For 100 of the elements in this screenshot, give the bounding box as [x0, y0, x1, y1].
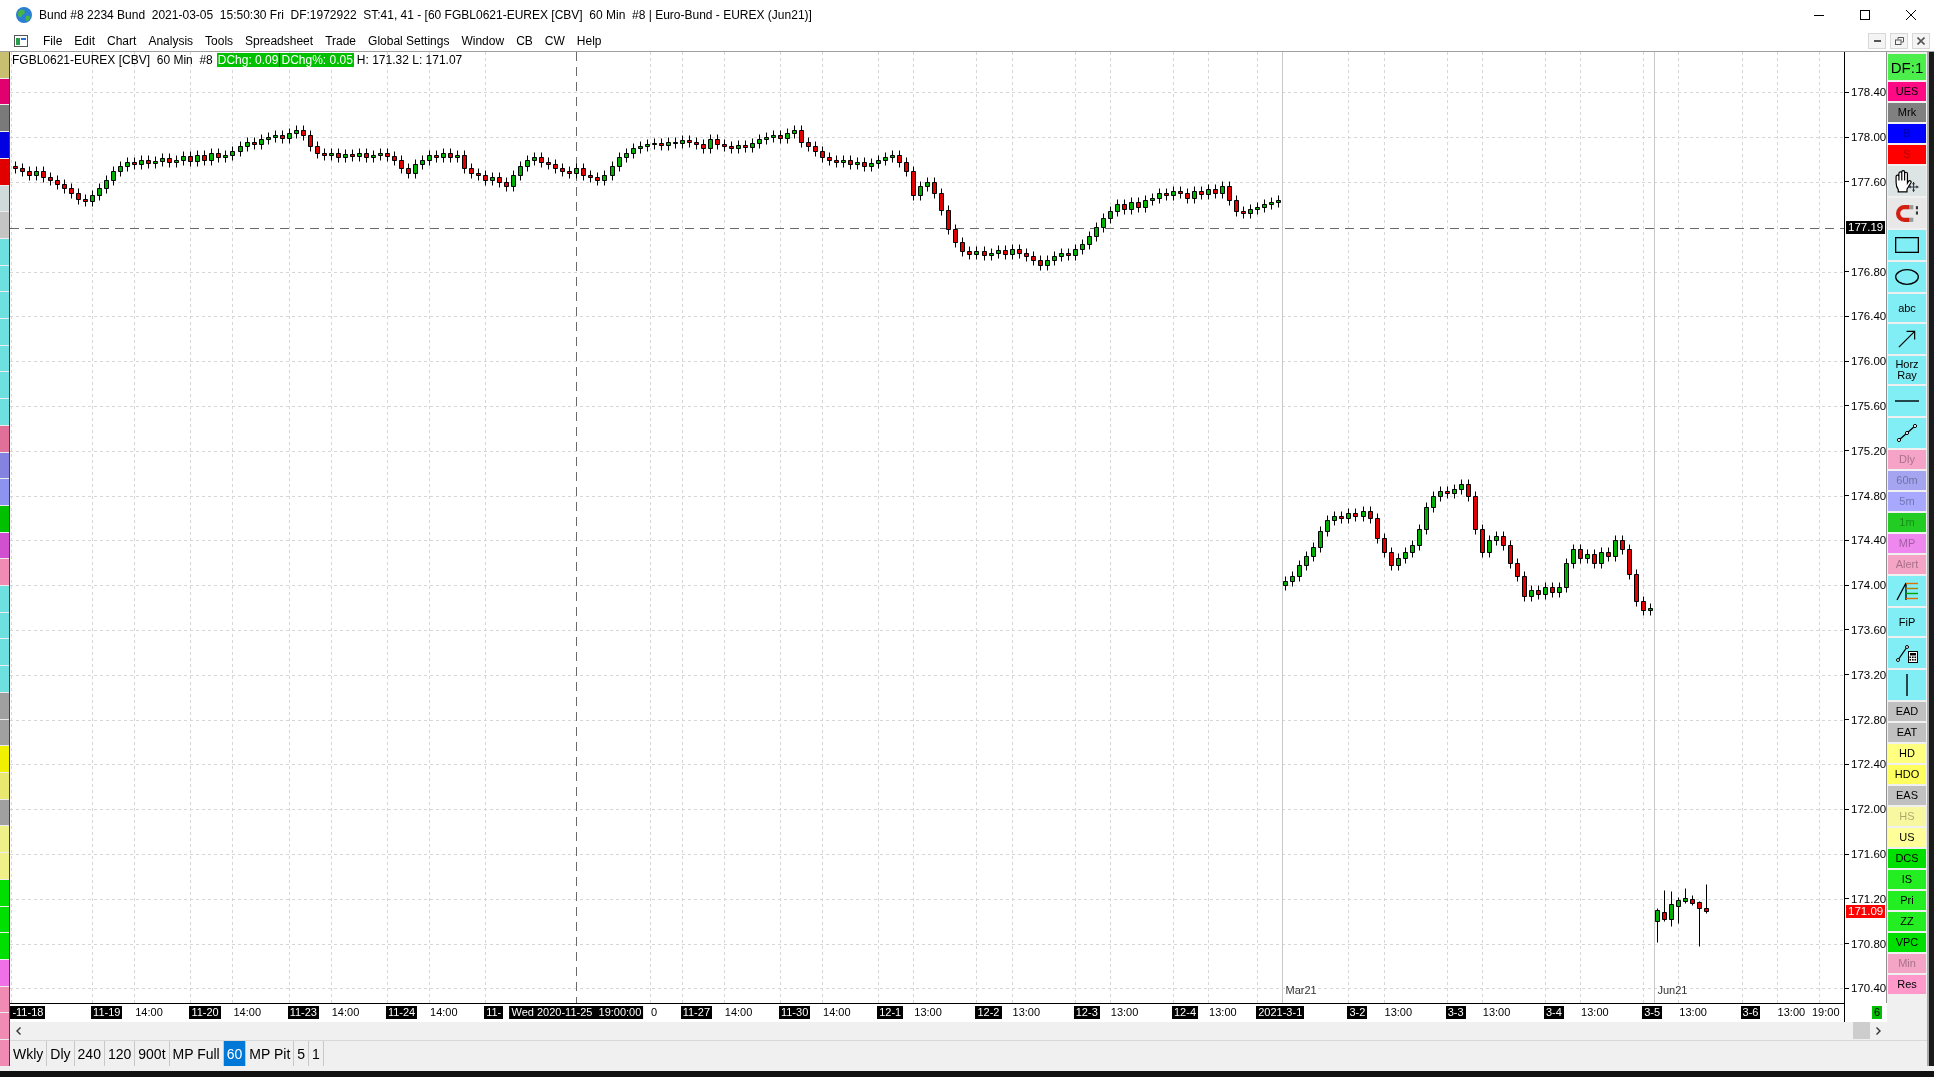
partial-toolbar-button[interactable] — [0, 425, 9, 452]
time-label: 13:00 — [913, 1006, 943, 1019]
time-label: 13:00 — [1208, 1006, 1238, 1019]
rectangle-icon — [1895, 237, 1919, 253]
minimize-icon — [1814, 14, 1824, 16]
price-label: 171.60 — [1845, 848, 1887, 860]
date-label: 11-27 — [680, 1006, 712, 1019]
partial-toolbar-button[interactable] — [0, 719, 9, 746]
toolbar-button[interactable]: EAT — [1888, 723, 1926, 742]
counter-badge: 6 — [1871, 1006, 1882, 1019]
partial-toolbar-button[interactable] — [0, 692, 9, 719]
menu-item[interactable]: Help — [570, 31, 608, 50]
menu-item[interactable]: Window — [455, 31, 511, 50]
globe-icon — [16, 7, 32, 23]
high-low-label: H: 171.32 L: 171.07 — [356, 53, 463, 67]
menu-item[interactable]: Trade — [319, 31, 363, 50]
price-label: 172.80 — [1845, 713, 1887, 726]
date-label: 3-5 — [1642, 1006, 1663, 1019]
window-title: Bund #8 2234 Bund 2021-03-05 15:50:30 Fri DF:1972922 ST:41, 41 - [60 FGBL0621-EUREX [CBV] 60 Min #8 | Euro-Bund - EUREX (Jun21)] — [39, 8, 812, 22]
chart-tab[interactable]: 900t — [135, 1041, 170, 1066]
daily-change-label: DChg: 0.09 — [216, 53, 280, 67]
scrollbar-thumb[interactable] — [1853, 1022, 1870, 1039]
toolbar-button[interactable]: DCS — [1888, 849, 1926, 868]
price-label: 174.80 — [1845, 489, 1887, 502]
partial-toolbar-button[interactable] — [0, 986, 9, 1013]
tool-button[interactable] — [1888, 262, 1926, 292]
toolbar-button[interactable]: abc — [1888, 294, 1926, 322]
toolbar-button[interactable]: Pri — [1888, 891, 1926, 910]
tool-button[interactable] — [1888, 166, 1926, 196]
partial-toolbar-button[interactable] — [0, 799, 9, 826]
price-label: 175.20 — [1845, 444, 1887, 457]
partial-toolbar-button[interactable] — [0, 505, 9, 532]
tool-button[interactable] — [1888, 386, 1926, 416]
toolbar-button[interactable]: ZZ — [1888, 912, 1926, 931]
menu-item[interactable]: Edit — [68, 31, 102, 50]
chart-tab[interactable]: 60 — [223, 1041, 247, 1066]
price-label: 172.40 — [1845, 758, 1887, 771]
partial-toolbar-button[interactable] — [0, 105, 9, 132]
magnet-icon — [1896, 203, 1918, 223]
date-label: 2021-3-1 — [1256, 1006, 1305, 1019]
toolbar-button[interactable]: EAD — [1888, 702, 1926, 721]
toolbar-button[interactable]: Res — [1888, 975, 1926, 994]
tool-button[interactable] — [1888, 324, 1926, 354]
date-label: 12-1 — [877, 1006, 904, 1019]
vertical-line-icon — [1906, 674, 1908, 696]
toolbar-button[interactable]: EAS — [1888, 786, 1926, 805]
cursor-time-label: Wed 2020-11-25 19:00:00 — [509, 1006, 644, 1019]
partial-toolbar-button[interactable] — [0, 532, 9, 559]
time-label: 0 — [650, 1006, 659, 1019]
toolbar-button[interactable]: UES — [1888, 82, 1926, 101]
toolbar-button[interactable]: Horz Ray — [1888, 356, 1926, 384]
partial-toolbar-button[interactable] — [0, 559, 9, 586]
partial-toolbar-button[interactable] — [0, 959, 9, 986]
partial-toolbar-button[interactable] — [0, 452, 9, 479]
tool-button[interactable] — [1888, 418, 1926, 448]
chart-symbol-label: FGBL0621-EUREX [CBV] 60 Min #8 — [12, 53, 213, 67]
tool-button[interactable] — [1888, 576, 1926, 606]
time-label: 13:00 — [1011, 1006, 1042, 1019]
date-label: 12-4 — [1172, 1006, 1199, 1019]
tool-button[interactable] — [1888, 230, 1926, 260]
menu-item[interactable]: Spreadsheet — [239, 31, 320, 50]
menu-item[interactable]: Global Settings — [362, 31, 456, 50]
menu-item[interactable]: CW — [538, 31, 571, 50]
price-label: 178.40 — [1845, 86, 1887, 99]
restore-button[interactable] — [1890, 32, 1908, 49]
time-label: 13:00 — [1776, 1006, 1807, 1019]
minimize-icon — [1873, 39, 1881, 42]
close-button[interactable] — [1912, 32, 1930, 49]
chart-tab[interactable]: Wkly — [10, 1041, 48, 1066]
minimize-button[interactable] — [1868, 32, 1886, 49]
tool-button[interactable] — [1888, 638, 1926, 668]
chevron-right-icon — [1876, 1026, 1881, 1035]
toolbar-button[interactable]: HDO — [1888, 765, 1926, 784]
menu-item[interactable]: Analysis — [142, 31, 200, 50]
menu-item[interactable]: Tools — [199, 31, 240, 50]
partial-toolbar-button[interactable] — [0, 158, 9, 185]
menu-item[interactable]: File — [37, 31, 69, 50]
chart-tab[interactable]: 5 — [294, 1041, 310, 1066]
price-label: 175.60 — [1845, 399, 1887, 412]
menu-item[interactable]: CB — [510, 31, 539, 50]
menu-item[interactable]: Chart — [101, 31, 143, 50]
time-label: 14:00 — [723, 1006, 754, 1019]
toolbar-button[interactable]: US — [1888, 828, 1926, 847]
price-label: 176.40 — [1845, 310, 1887, 323]
toolbar-button[interactable]: VPC — [1888, 933, 1926, 952]
toolbar-button[interactable]: IS — [1888, 870, 1926, 889]
tool-button[interactable] — [1888, 670, 1926, 700]
price-label: 178.00 — [1845, 131, 1887, 144]
cursor-price-label: 177.19 — [1846, 221, 1886, 235]
time-label: 13:00 — [1109, 1006, 1140, 1019]
line-calculator-icon — [1896, 643, 1918, 663]
toolbar-button[interactable]: DF:1 — [1888, 54, 1926, 80]
hand-move-icon — [1895, 169, 1919, 193]
toolbar-button[interactable]: FiP — [1888, 608, 1926, 636]
partial-toolbar-button[interactable] — [0, 78, 9, 105]
toolbar-button[interactable]: HD — [1888, 744, 1926, 763]
price-label: 173.20 — [1845, 668, 1887, 681]
date-label: 11-23 — [287, 1006, 319, 1019]
time-label: 13:00 — [1383, 1006, 1414, 1019]
toolbar-button[interactable]: Mrk — [1888, 103, 1926, 122]
